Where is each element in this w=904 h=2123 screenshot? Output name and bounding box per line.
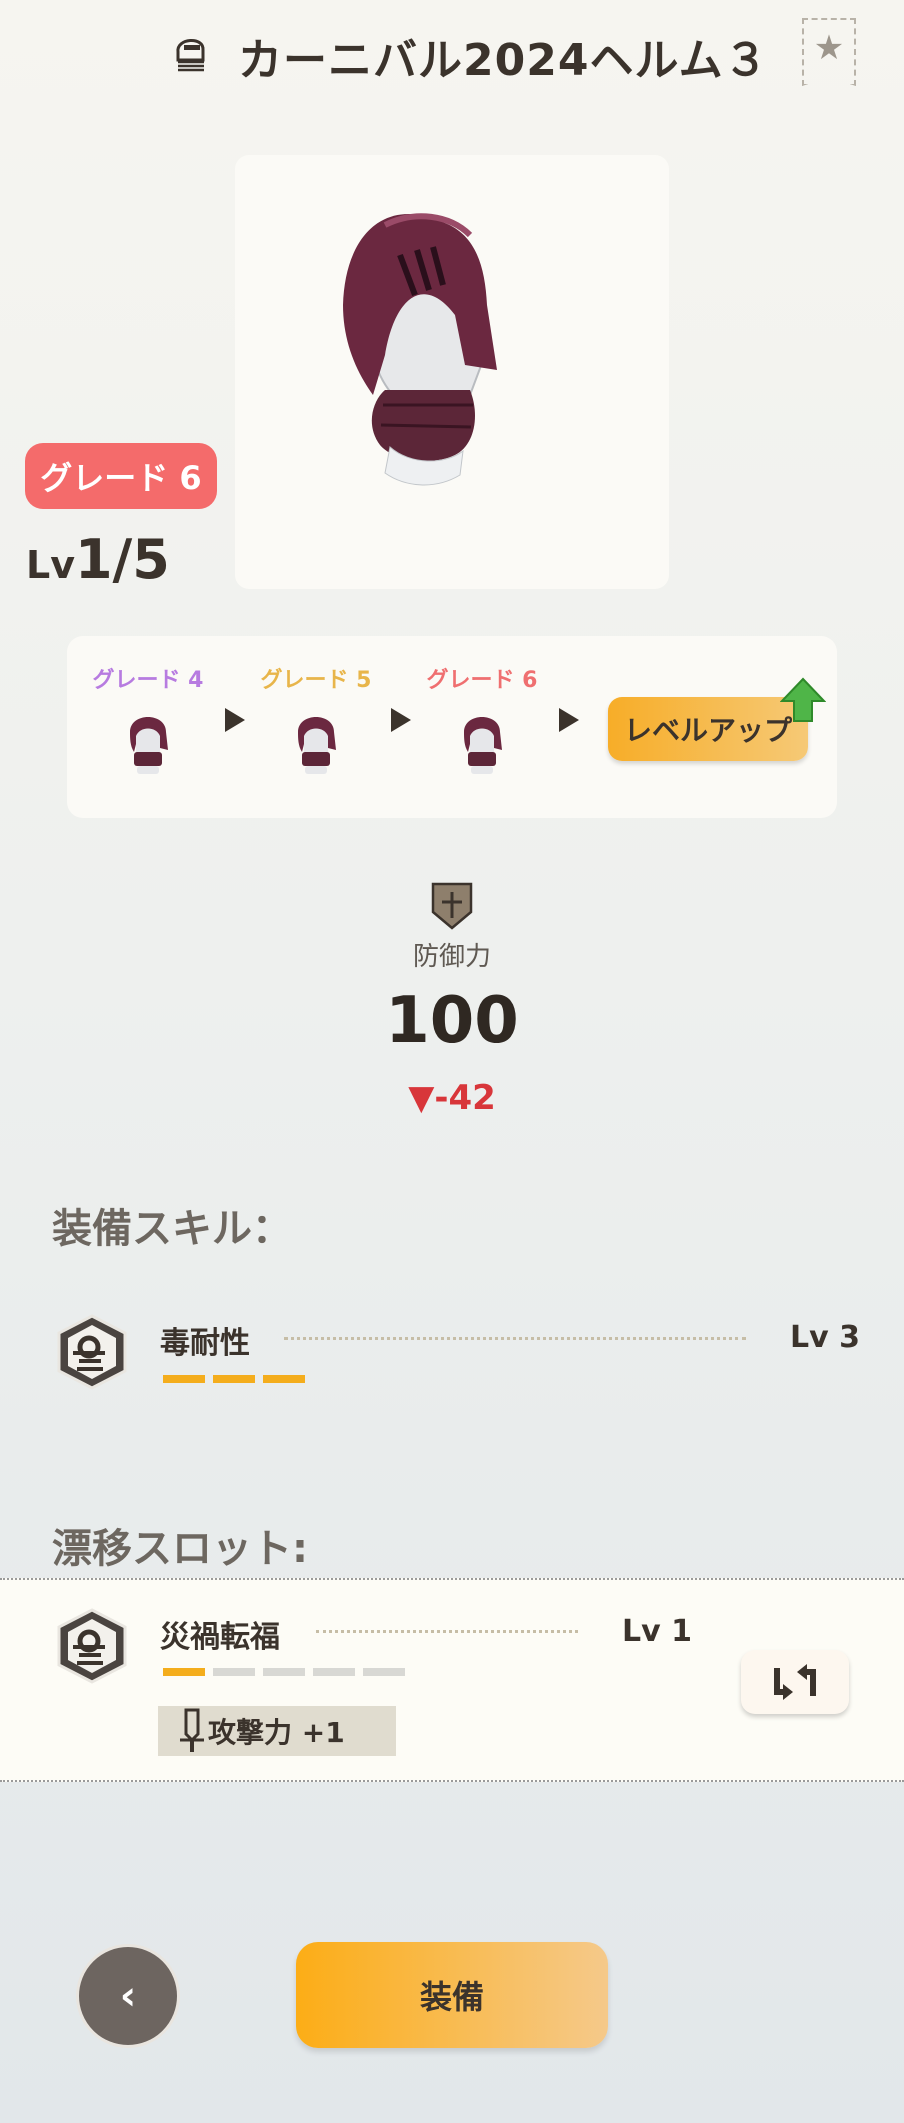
page-title: カーニバル2024ヘルム３ <box>238 35 769 86</box>
drift-slot-title: 漂移スロット: <box>52 1526 308 1572</box>
skill-name: 毒耐性 <box>160 1326 250 1361</box>
equipment-skills-title: 装備スキル： <box>52 1206 292 1252</box>
defense-label: 防御力 <box>412 942 491 972</box>
swap-icon <box>774 1664 816 1700</box>
skill-level-pip <box>163 1375 205 1383</box>
item-image-card <box>235 155 669 589</box>
grade-badge: グレード 6 <box>25 443 217 509</box>
helmet-icon <box>298 717 336 774</box>
helmet-icon <box>130 717 168 774</box>
shield-icon <box>431 882 473 930</box>
upgrade-step[interactable]: グレード 4 <box>83 662 213 778</box>
skill-level-pip <box>363 1668 405 1676</box>
level-value: 1/5 <box>74 528 170 591</box>
helmet-icon <box>343 213 497 486</box>
skill-icon[interactable] <box>53 1313 131 1391</box>
drift-skill-name: 災禍転福 <box>160 1620 280 1655</box>
skill-level-pip <box>213 1668 255 1676</box>
helmet-type-icon <box>176 39 205 72</box>
defense-value: 100 <box>385 984 519 1058</box>
favorite-button[interactable]: ★ <box>802 18 856 86</box>
level-up-button[interactable]: レベルアップ <box>608 697 808 761</box>
skill-level-pip <box>213 1375 255 1383</box>
bonus-text: 攻撃力 +1 <box>208 1716 345 1749</box>
arrow-icon <box>391 708 411 732</box>
arrow-icon <box>559 708 579 732</box>
swap-button[interactable] <box>741 1650 849 1714</box>
upgrade-step[interactable]: グレード 5 <box>251 662 381 778</box>
skill-level-pip <box>263 1668 305 1676</box>
upgrade-step-label: グレード 6 <box>426 668 538 693</box>
sword-icon <box>180 1708 204 1752</box>
back-button[interactable]: ‹ <box>76 1944 180 2048</box>
skill-icon[interactable] <box>53 1607 131 1685</box>
defense-diff: ▼-42 <box>408 1078 496 1118</box>
upgrade-step-label: グレード 5 <box>260 668 372 693</box>
upgrade-step-label: グレード 4 <box>92 668 204 693</box>
star-icon: ★ <box>813 28 845 68</box>
up-arrow-icon <box>780 677 826 722</box>
item-level: Lv1/5 <box>26 528 170 591</box>
skill-level-pip <box>163 1668 205 1676</box>
upgrade-step[interactable]: グレード 6 <box>417 662 547 778</box>
skill-level-pip <box>263 1375 305 1383</box>
arrow-icon <box>225 708 245 732</box>
helmet-icon <box>464 717 502 774</box>
drift-skill-level: Lv 1 <box>622 1614 692 1649</box>
level-prefix: Lv <box>26 543 75 587</box>
equip-button[interactable]: 装備 <box>296 1942 608 2048</box>
skill-leader-line <box>284 1337 746 1340</box>
skill-leader-line <box>316 1630 578 1633</box>
skill-level-pip <box>313 1668 355 1676</box>
skill-level: Lv 3 <box>790 1320 860 1355</box>
